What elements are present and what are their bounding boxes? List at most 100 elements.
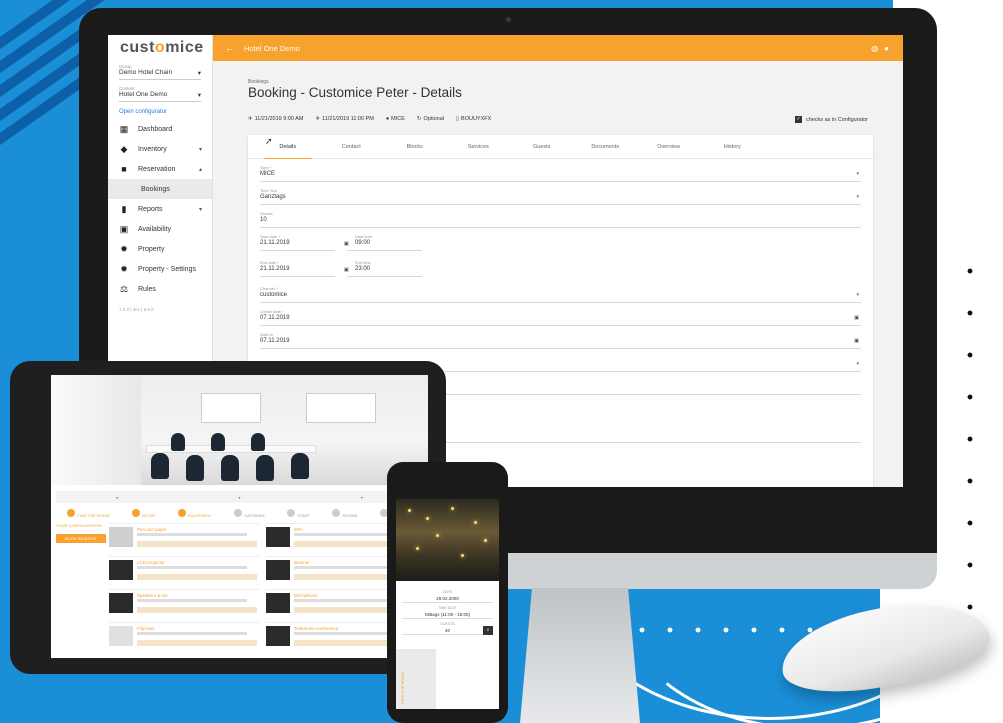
valid-to-input[interactable]: Valid to 07.11.2019 ▣ xyxy=(260,329,861,349)
end-time-input[interactable]: ▣ End time 23:00 xyxy=(344,257,422,277)
product-item[interactable]: Speakers & mic xyxy=(109,589,259,619)
tab-overview[interactable]: Overview xyxy=(637,135,701,158)
tab-bar: Details Contact Blocks Services Guests D… xyxy=(248,135,873,159)
meeting-room-photo xyxy=(51,375,428,485)
product-name: WiFi xyxy=(294,527,303,532)
sidebar-item-label: Inventory xyxy=(138,145,167,153)
step-catering[interactable]: CATERING xyxy=(234,508,265,518)
create-date-input[interactable]: Create date * 07.11.2019 ▣ xyxy=(260,306,861,326)
start-date-input[interactable]: Start date * 21.11.2019 xyxy=(260,231,335,251)
code-info: ▯ BOUUYXFX xyxy=(456,116,491,122)
timeslot-value: Ganztags xyxy=(260,194,286,200)
tablet-filter-bar[interactable]: ▾ ▾ ▾ xyxy=(56,491,423,503)
room-chair xyxy=(291,453,309,479)
tab-history[interactable]: History xyxy=(701,135,765,158)
start-time-input[interactable]: ▣ Start time 09:00 xyxy=(344,231,422,251)
room-whiteboard-2 xyxy=(306,393,376,423)
tab-blocks[interactable]: Blocks xyxy=(383,135,447,158)
logo[interactable]: cust o mice xyxy=(108,35,212,61)
sidebar-item-reports[interactable]: ▮ Reports ▾ xyxy=(108,199,212,219)
step-staff[interactable]: STAFF xyxy=(287,508,310,518)
info-icon: ● xyxy=(385,116,390,122)
checkbox-checked-icon[interactable]: ✓ xyxy=(794,116,802,123)
sidebar-item-rules[interactable]: ⚖ Rules xyxy=(108,279,212,299)
open-configurator-link[interactable]: Open configurator xyxy=(108,105,212,119)
channel-label: Channel * xyxy=(260,286,278,291)
grid-icon: ▦ xyxy=(119,124,129,134)
globe-icon[interactable]: ◍ xyxy=(871,44,878,53)
booking-info-bar: ✈ 11/21/2019 9:00 AM ✈ 11/21/2019 11:00 PM… xyxy=(248,116,491,122)
chevron-down-icon: ▾ xyxy=(198,146,202,153)
gear-icon: ✹ xyxy=(120,244,128,254)
timeslot-label: Time Slot xyxy=(260,188,277,193)
sidebar-item-bookings[interactable]: Bookings xyxy=(108,179,212,199)
status-info: ↻ Optional xyxy=(417,116,444,122)
tab-guests[interactable]: Guests xyxy=(510,135,574,158)
calendar-icon[interactable]: ▣ xyxy=(344,241,349,247)
tab-documents[interactable]: Documents xyxy=(574,135,638,158)
timeslot-select[interactable]: Time Slot Ganztags ▾ xyxy=(260,185,861,205)
book-request-button[interactable]: BOOK REQUEST xyxy=(56,534,106,543)
product-item[interactable]: Pen and paper xyxy=(109,523,259,553)
phone-guests-input[interactable]: 40 ⌕ xyxy=(402,626,493,635)
sidebar-item-inventory[interactable]: ◆ Inventory ▾ xyxy=(108,139,212,159)
chevron-up-icon: ▴ xyxy=(198,166,202,173)
sidebar-nav: ▦ Dashboard ◆ Inventory ▾ ■ Reservation ▴ Boo… xyxy=(108,119,212,299)
chevron-down-icon: ▾ xyxy=(198,206,202,213)
calendar-icon: ▣ xyxy=(119,224,129,234)
phone-date-input[interactable]: 29.02.2000 xyxy=(402,594,493,603)
checks-label: checks as in Configurator xyxy=(805,116,868,123)
tab-services[interactable]: Services xyxy=(447,135,511,158)
group-select[interactable]: Group Demo Hotel Chain ▾ xyxy=(108,61,212,83)
room-chair xyxy=(186,455,204,481)
chevron-down-icon: ▾ xyxy=(197,70,201,77)
monitor-stand xyxy=(520,588,640,723)
logo-o: o xyxy=(154,39,166,56)
calendar-icon[interactable]: ▣ xyxy=(854,338,859,344)
end-date-input[interactable]: End date * 21.11.2019 xyxy=(260,257,335,277)
product-item[interactable]: Flipchart xyxy=(109,622,259,652)
guests-input[interactable]: Guests 10 xyxy=(260,208,861,228)
guests-label: Guests xyxy=(260,211,273,216)
booking-code: BOUUYXFX xyxy=(461,116,492,122)
sidebar-item-property-settings[interactable]: ✹ Property - Settings xyxy=(108,259,212,279)
tab-contact[interactable]: Contact xyxy=(320,135,384,158)
sidebar-item-label: Property xyxy=(138,245,165,253)
sidebar-item-label: Reports xyxy=(138,205,163,213)
calendar-icon[interactable]: ▣ xyxy=(854,315,859,321)
phone-slot-value: Mittags (11:00 - 15:00) xyxy=(425,612,470,617)
room-chair xyxy=(151,453,169,479)
lobby-photo xyxy=(396,499,499,581)
context-select[interactable]: Context Hotel One Demo ▾ xyxy=(108,83,212,105)
step-rooms[interactable]: ROOMS xyxy=(332,508,357,518)
bar-chart-icon: ▮ xyxy=(121,204,127,214)
bookmark-icon: ▯ xyxy=(456,116,460,122)
sidebar-item-availability[interactable]: ▣ Availability xyxy=(108,219,212,239)
checks-configurator-checkbox[interactable]: ✓ checks as in Configurator xyxy=(794,116,868,123)
sidebar-item-label: Bookings xyxy=(141,185,170,193)
step-equipment[interactable]: EQUIPMENT xyxy=(177,508,212,518)
logo-text: cust xyxy=(120,39,155,56)
sidebar-item-label: Rules xyxy=(138,285,156,293)
sidebar-item-property[interactable]: ✹ Property xyxy=(108,239,212,259)
step-find-room[interactable]: FIND THE ROOM xyxy=(67,508,109,518)
product-item[interactable]: LCD projector xyxy=(109,556,259,586)
end-time-value: 23:00 xyxy=(355,266,371,272)
step-setup[interactable]: SETUP xyxy=(131,508,155,518)
sidebar-item-label: Property - Settings xyxy=(138,265,196,273)
room-chair xyxy=(221,455,239,481)
type-select[interactable]: Type * MICE ▾ xyxy=(260,162,861,182)
end-date-value: 21.11.2019 xyxy=(260,266,290,272)
sidebar-item-reservation[interactable]: ■ Reservation ▴ xyxy=(108,159,212,179)
user-icon[interactable]: ● xyxy=(884,44,889,53)
plane-landing-icon: ✈ xyxy=(315,116,321,122)
phone-side-tabs[interactable]: FIND THE ROOM xyxy=(396,649,436,709)
chevron-down-icon: ▾ xyxy=(856,194,859,200)
channel-select[interactable]: Channel * customice ▾ xyxy=(260,283,861,303)
start-info: ✈ 11/21/2019 9:00 AM xyxy=(248,116,303,122)
phone-slot-select[interactable]: Mittags (11:00 - 15:00) xyxy=(402,610,493,619)
back-arrow-icon[interactable]: ← xyxy=(225,43,234,53)
search-icon[interactable]: ⌕ xyxy=(483,626,493,635)
sidebar-item-dashboard[interactable]: ▦ Dashboard xyxy=(108,119,212,139)
calendar-icon[interactable]: ▣ xyxy=(344,267,349,273)
